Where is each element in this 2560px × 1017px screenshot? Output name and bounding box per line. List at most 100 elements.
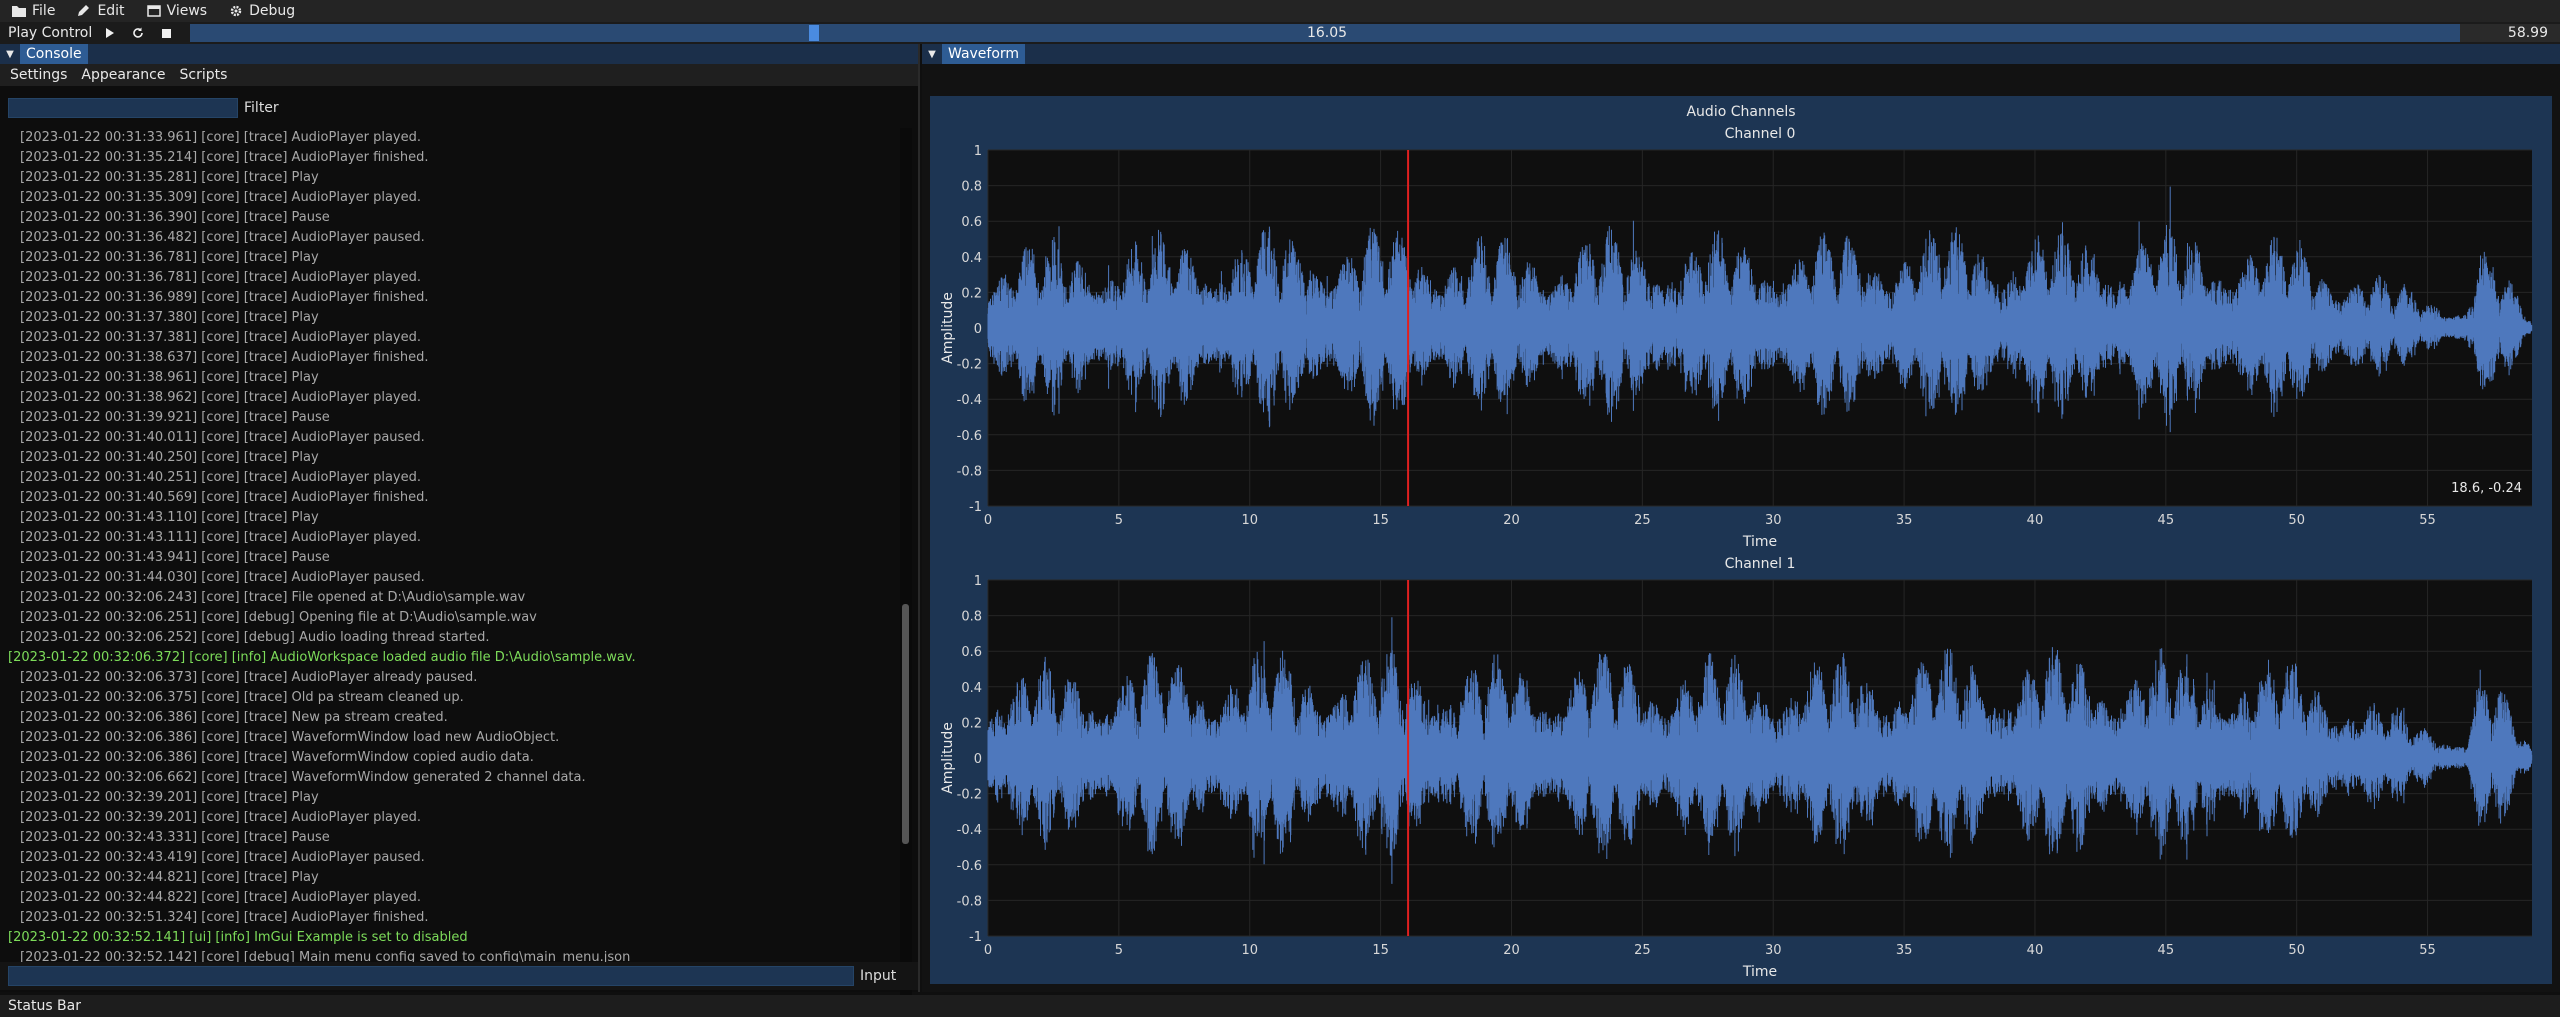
console-menu-settings[interactable]: Settings [10, 67, 67, 83]
x-tick-label: 15 [1372, 943, 1389, 958]
x-tick-label: 45 [2158, 513, 2175, 528]
gear-icon [229, 5, 243, 17]
x-tick-label: 30 [1765, 513, 1782, 528]
x-tick-label: 20 [1503, 943, 1520, 958]
console-panel: ▼ Console Settings Appearance Scripts Fi… [0, 44, 920, 998]
x-tick-label: 50 [2288, 513, 2305, 528]
folder-icon [12, 5, 26, 17]
menu-views-label: Views [166, 3, 208, 19]
x-tick-label: 10 [1241, 943, 1258, 958]
console-scrollbar[interactable] [900, 128, 912, 998]
y-tick-label: 0.4 [961, 681, 982, 696]
y-tick-label: 0.2 [961, 716, 982, 731]
y-tick-label: -0.2 [957, 788, 982, 803]
tab-console[interactable]: Console [20, 44, 88, 64]
console-log-line: [2023-01-22 00:32:06.386] [core] [trace]… [20, 710, 448, 725]
restart-button[interactable] [124, 23, 152, 43]
console-log-line: [2023-01-22 00:32:51.324] [core] [trace]… [20, 910, 429, 925]
x-tick-label: 5 [1115, 943, 1123, 958]
menu-bar: File Edit Views Debug [0, 0, 2560, 22]
menu-views[interactable]: Views [146, 0, 208, 22]
cursor-coordinate-readout: 18.6, -0.24 [2451, 481, 2522, 496]
filter-row: Filter [0, 92, 918, 124]
console-log-line: [2023-01-22 00:32:06.386] [core] [trace]… [20, 750, 534, 765]
console-log-line: [2023-01-22 00:32:39.201] [core] [trace]… [20, 810, 421, 825]
x-tick-label: 5 [1115, 513, 1123, 528]
console-log-line: [2023-01-22 00:31:35.309] [core] [trace]… [20, 190, 421, 205]
channel-1-plot[interactable]: Channel 1 1 0.8 0.6 0.4 0.2 0 -0.2 -0.4 -0.6 -0.8 -… [940, 556, 2533, 980]
y-tick-label: -0.6 [957, 859, 982, 874]
console-menu-scripts[interactable]: Scripts [179, 67, 227, 83]
y-tick-label: -0.8 [957, 894, 982, 909]
console-log-line: [2023-01-22 00:32:06.372] [core] [info] … [8, 650, 636, 665]
console-log-line: [2023-01-22 00:32:06.373] [core] [trace]… [20, 670, 478, 685]
x-tick-label: 10 [1241, 513, 1258, 528]
waveform-chart[interactable]: Audio Channels Channel 0 1 0.8 0.6 0.4 0.2 0 -0… [930, 96, 2552, 984]
filter-input[interactable] [8, 98, 238, 118]
stop-button[interactable] [152, 23, 180, 43]
menu-edit[interactable]: Edit [77, 0, 125, 22]
y-tick-label: 1 [974, 144, 982, 159]
console-log-line: [2023-01-22 00:31:44.030] [core] [trace]… [20, 570, 425, 585]
y-tick-label: -0.6 [957, 429, 982, 444]
y-tick-label: 0.8 [961, 180, 982, 195]
x-tick-label: 55 [2419, 513, 2436, 528]
console-log-line: [2023-01-22 00:31:40.569] [core] [trace]… [20, 490, 429, 505]
tab-waveform[interactable]: Waveform [942, 44, 1026, 64]
x-axis-label: Time [1742, 964, 1777, 980]
pencil-icon [77, 5, 91, 17]
menu-edit-label: Edit [97, 3, 125, 19]
window-icon [146, 5, 161, 17]
waveform-tab-bar: ▼ Waveform [922, 44, 2560, 64]
console-menu-appearance[interactable]: Appearance [81, 67, 165, 83]
channel-0-plot[interactable]: Channel 0 1 0.8 0.6 0.4 0.2 0 -0.2 -0.4 -0.6 -0.8 -… [940, 126, 2533, 550]
y-tick-label: -0.8 [957, 464, 982, 479]
console-log-line: [2023-01-22 00:31:40.251] [core] [trace]… [20, 470, 421, 485]
collapse-arrow-icon[interactable]: ▼ [922, 49, 942, 60]
y-tick-label: -0.4 [957, 393, 982, 408]
console-log-line: [2023-01-22 00:31:40.250] [core] [trace]… [20, 450, 319, 465]
x-tick-label: 25 [1634, 513, 1651, 528]
y-tick-label: -0.4 [957, 823, 982, 838]
y-tick-label: 0.6 [961, 215, 982, 230]
console-log-line: [2023-01-22 00:31:36.781] [core] [trace]… [20, 250, 319, 265]
play-icon [106, 28, 114, 38]
status-bar: Status Bar [0, 995, 2560, 1017]
x-tick-label: 25 [1634, 943, 1651, 958]
restart-icon [133, 27, 143, 38]
x-tick-label: 0 [984, 513, 992, 528]
y-tick-label: -1 [969, 930, 982, 945]
x-tick-label: 35 [1896, 513, 1913, 528]
console-log-line: [2023-01-22 00:31:38.961] [core] [trace]… [20, 370, 319, 385]
collapse-arrow-icon[interactable]: ▼ [0, 49, 20, 60]
console-log-line: [2023-01-22 00:32:44.821] [core] [trace]… [20, 870, 319, 885]
console-log-line: [2023-01-22 00:32:44.822] [core] [trace]… [20, 890, 421, 905]
waveform-panel: ▼ Waveform Audio Channels Channel 0 1 0.8 0… [922, 44, 2560, 992]
console-log-line: [2023-01-22 00:32:06.662] [core] [trace]… [20, 770, 586, 785]
console-scrollbar-thumb[interactable] [902, 604, 909, 844]
menu-file-label: File [32, 3, 56, 19]
play-control-bar: Play Control 16.05 58.99 [0, 22, 2560, 44]
console-log-line: [2023-01-22 00:31:43.111] [core] [trace]… [20, 530, 421, 545]
menu-debug-label: Debug [249, 3, 296, 19]
duration-value: 58.99 [2460, 24, 2560, 42]
y-tick-label: -0.2 [957, 358, 982, 373]
y-tick-label: 0.4 [961, 251, 982, 266]
play-button[interactable] [96, 23, 124, 43]
play-control-title: Play Control [8, 25, 93, 41]
menu-debug[interactable]: Debug [229, 0, 295, 22]
filter-label: Filter [244, 100, 279, 116]
console-log-line: [2023-01-22 00:31:38.637] [core] [trace]… [20, 350, 429, 365]
x-tick-label: 45 [2158, 943, 2175, 958]
y-tick-label: 1 [974, 574, 982, 589]
seek-slider[interactable]: 16.05 [190, 24, 2464, 42]
console-log-line: [2023-01-22 00:32:06.375] [core] [trace]… [20, 690, 464, 705]
menu-file[interactable]: File [12, 0, 55, 22]
console-log-line: [2023-01-22 00:31:43.110] [core] [trace]… [20, 510, 319, 525]
console-input[interactable] [8, 966, 854, 986]
y-tick-label: 0 [974, 752, 982, 767]
console-log-line: [2023-01-22 00:31:36.989] [core] [trace]… [20, 290, 429, 305]
console-menu-bar: Settings Appearance Scripts [0, 64, 918, 86]
stop-icon [161, 28, 171, 38]
channel-title: Channel 0 [1725, 126, 1796, 142]
